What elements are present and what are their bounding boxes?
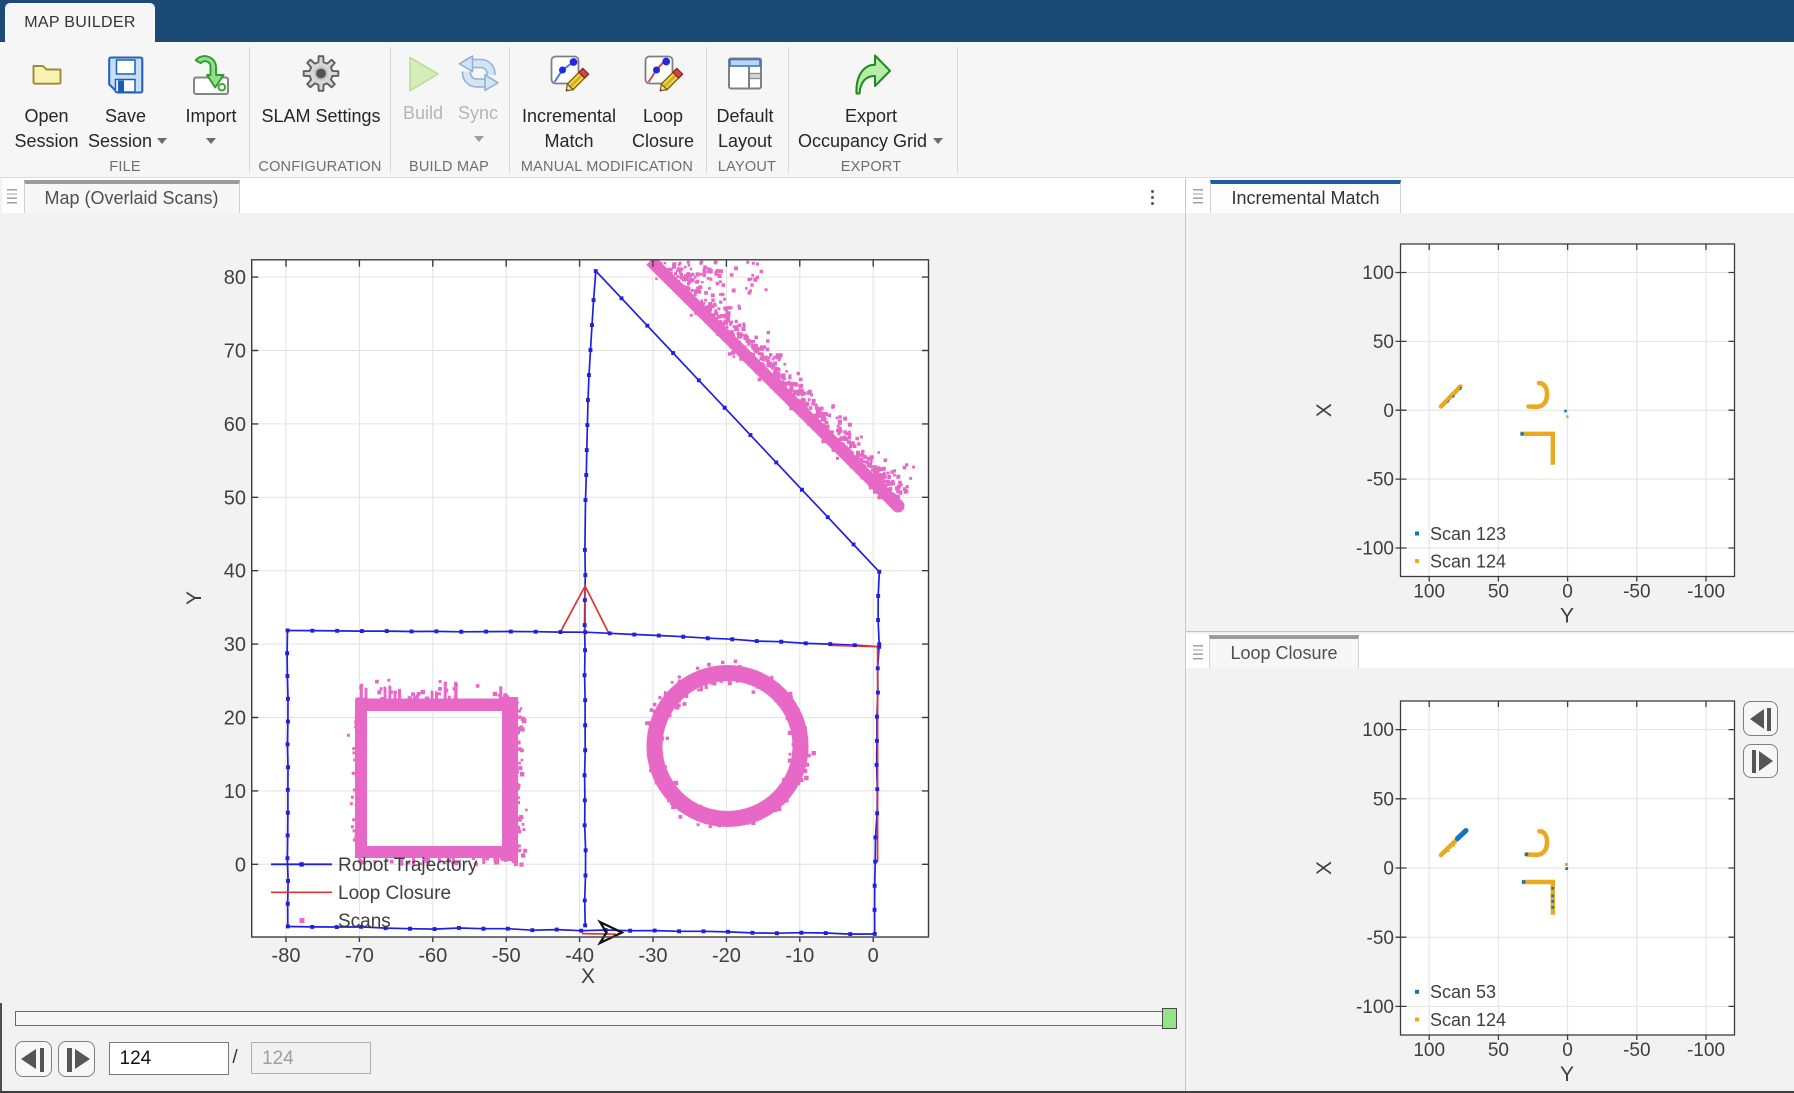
svg-text:-50: -50 [1367, 470, 1394, 491]
svg-text:20: 20 [224, 708, 246, 730]
svg-text:Scan 124: Scan 124 [1430, 1010, 1506, 1030]
svg-text:0: 0 [1383, 401, 1394, 422]
svg-text:X: X [581, 965, 595, 988]
svg-text:X: X [1313, 861, 1336, 875]
svg-text:-100: -100 [1687, 1040, 1725, 1061]
svg-text:-30: -30 [639, 945, 668, 967]
svg-text:Scan 124: Scan 124 [1430, 551, 1506, 571]
svg-text:-70: -70 [345, 945, 374, 967]
svg-text:-50: -50 [1623, 582, 1650, 603]
svg-text:Y: Y [183, 591, 206, 605]
svg-text:-100: -100 [1356, 997, 1394, 1018]
svg-text:Scan 53: Scan 53 [1430, 982, 1496, 1002]
svg-text:100: 100 [1362, 263, 1394, 284]
svg-text:50: 50 [1373, 332, 1394, 353]
svg-text:50: 50 [1488, 1040, 1509, 1061]
svg-text:-10: -10 [785, 945, 814, 967]
svg-text:-50: -50 [1367, 928, 1394, 949]
svg-text:Y: Y [1560, 1063, 1574, 1086]
svg-text:30: 30 [224, 634, 246, 656]
svg-text:0: 0 [868, 945, 879, 967]
svg-text:X: X [1313, 403, 1336, 417]
svg-text:-80: -80 [272, 945, 301, 967]
svg-text:0: 0 [1562, 582, 1573, 603]
svg-text:100: 100 [1413, 582, 1445, 603]
svg-text:-100: -100 [1356, 539, 1394, 560]
svg-text:70: 70 [224, 341, 246, 363]
svg-text:100: 100 [1413, 1040, 1445, 1061]
svg-text:50: 50 [1373, 789, 1394, 810]
svg-text:60: 60 [224, 414, 246, 436]
svg-text:-50: -50 [1623, 1040, 1650, 1061]
svg-text:Scan 123: Scan 123 [1430, 524, 1506, 544]
svg-text:0: 0 [1383, 859, 1394, 880]
svg-text:0: 0 [235, 854, 246, 876]
svg-text:0: 0 [1562, 1040, 1573, 1061]
svg-text:-60: -60 [418, 945, 447, 967]
svg-text:50: 50 [1488, 582, 1509, 603]
svg-text:-100: -100 [1687, 582, 1725, 603]
svg-text:Robot Trajectory: Robot Trajectory [338, 855, 478, 876]
svg-text:10: 10 [224, 781, 246, 803]
svg-text:Scans: Scans [338, 911, 391, 932]
svg-text:-50: -50 [492, 945, 521, 967]
svg-text:40: 40 [224, 561, 246, 583]
svg-text:80: 80 [224, 267, 246, 289]
svg-text:-20: -20 [712, 945, 741, 967]
svg-text:100: 100 [1362, 720, 1394, 741]
svg-text:Loop Closure: Loop Closure [338, 883, 451, 904]
svg-text:-40: -40 [565, 945, 594, 967]
svg-text:Y: Y [1560, 605, 1574, 628]
svg-text:50: 50 [224, 487, 246, 509]
